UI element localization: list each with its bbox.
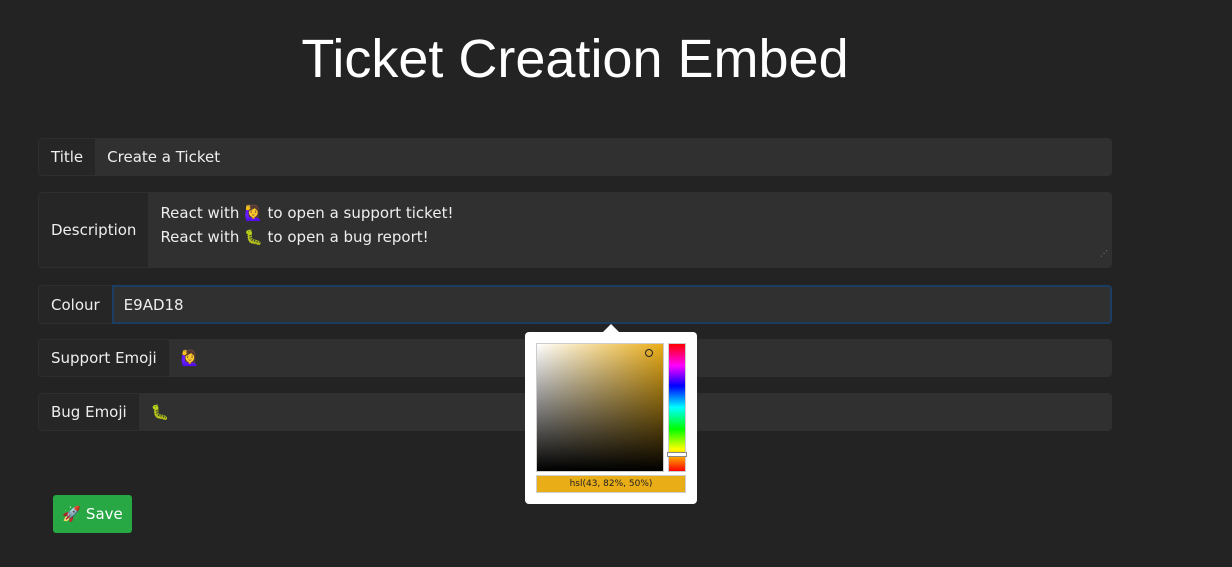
hue-slider[interactable] <box>667 343 687 472</box>
colour-label: Colour <box>38 285 112 324</box>
hue-slider-handle[interactable] <box>667 452 687 457</box>
description-line: React with 🐛 to open a bug report! <box>160 228 429 246</box>
title-input[interactable]: Create a Ticket <box>95 138 1112 176</box>
description-line: React with 🙋‍♀️ to open a support ticket… <box>160 204 454 222</box>
colour-field-group: Colour E9AD18 <box>38 285 1112 324</box>
title-field-group: Title Create a Ticket <box>38 138 1112 176</box>
color-picker-popover: hsl(43, 82%, 50%) <box>525 324 697 504</box>
colour-input[interactable]: E9AD18 <box>111 285 1112 324</box>
color-selector-handle[interactable] <box>645 349 653 357</box>
description-field-group: Description React with 🙋‍♀️ to open a su… <box>38 192 1112 268</box>
title-label: Title <box>38 138 96 176</box>
description-label: Description <box>38 192 149 268</box>
resize-handle-icon[interactable]: ⋰ <box>1100 242 1108 266</box>
support-emoji-label: Support Emoji <box>38 339 169 377</box>
save-button-label: Save <box>85 505 123 523</box>
save-button[interactable]: 🚀 Save <box>53 495 132 533</box>
saturation-lightness-area[interactable] <box>536 343 664 472</box>
page-title: Ticket Creation Embed <box>301 29 849 89</box>
bug-emoji-label: Bug Emoji <box>38 393 139 431</box>
color-value-preview: hsl(43, 82%, 50%) <box>536 475 686 493</box>
description-textarea[interactable]: React with 🙋‍♀️ to open a support ticket… <box>148 192 1112 268</box>
rocket-icon: 🚀 <box>62 505 81 523</box>
